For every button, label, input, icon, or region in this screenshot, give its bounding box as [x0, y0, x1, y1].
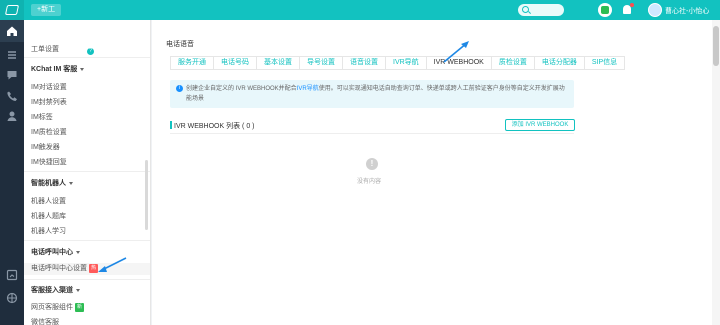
annotation-arrow-tab	[443, 41, 469, 63]
ivr-navigation-link[interactable]: IVR导航	[297, 86, 319, 92]
empty-state-text: 没有内容	[357, 179, 382, 185]
info-notice: 创建企业自定义的 IVR WEBHOOK并配合IVR导航使用。可以实现通知电话自…	[170, 80, 574, 108]
user-icon[interactable]	[5, 109, 19, 123]
list-icon[interactable]	[5, 48, 19, 62]
caret-down-icon	[69, 181, 73, 185]
annotation-arrow-sidebar	[98, 257, 127, 272]
divider	[24, 171, 150, 172]
logo-icon	[4, 5, 20, 15]
sidebar-item-im-trigger[interactable]: IM触发器	[31, 142, 60, 152]
sidebar-item-web-widget[interactable]: 网页客服组件新	[31, 302, 85, 312]
add-ivr-webhook-button[interactable]: 添加 IVR WEBHOOK	[505, 119, 575, 131]
page-scrollbar[interactable]	[712, 20, 720, 325]
sidebar-item-robot-settings[interactable]: 机器人设置	[31, 196, 66, 206]
help-icon[interactable]: ?	[87, 48, 94, 55]
sidebar-scrollbar[interactable]	[145, 160, 148, 230]
user-name[interactable]: 曹心社-小怡心	[665, 6, 709, 16]
notification-dot	[630, 3, 634, 7]
tab-number-settings[interactable]: 导号设置	[299, 56, 342, 70]
tab-voice-settings[interactable]: 语音设置	[342, 56, 385, 70]
group-label: KChat IM 客服	[31, 66, 78, 73]
sidebar-group-access[interactable]: 客服接入渠道	[31, 285, 80, 295]
sidebar-item-wechat-service[interactable]: 微信客服	[31, 317, 59, 325]
section-title: IVR WEBHOOK 列表 ( 0 )	[174, 123, 255, 130]
group-label: 电话呼叫中心	[31, 249, 73, 256]
sidebar-item-im-quick-reply[interactable]: IM快捷回复	[31, 157, 67, 167]
sidebar-group-callcenter[interactable]: 电话呼叫中心	[31, 247, 80, 257]
sidebar-item-robot-learning[interactable]: 机器人学习	[31, 226, 66, 236]
section-marker	[170, 121, 172, 129]
avatar[interactable]	[648, 3, 662, 17]
settings-icon[interactable]	[5, 291, 19, 305]
top-bar: +新工 曹心社-小怡心	[0, 0, 720, 20]
section-divider	[170, 133, 574, 134]
group-label: 智能机器人	[31, 180, 66, 187]
caret-down-icon	[80, 67, 85, 71]
sidebar-item-im-qa[interactable]: IM质检设置	[31, 127, 67, 137]
tab-service[interactable]: 服务开通	[170, 56, 213, 70]
sidebar-item-im-dialog[interactable]: IM对话设置	[31, 82, 67, 92]
logo[interactable]	[0, 0, 24, 20]
sidebar-item-robot-faq[interactable]: 机器人题库	[31, 211, 66, 221]
scrollbar-thumb[interactable]	[713, 26, 719, 66]
chat-bubble-icon[interactable]	[5, 68, 19, 82]
sidebar-item-label: 网页客服组件	[31, 304, 73, 311]
phone-icon[interactable]	[5, 89, 19, 103]
empty-state-icon	[366, 158, 378, 170]
caret-down-icon	[76, 250, 80, 254]
info-icon	[176, 85, 183, 92]
settings-sidebar: ? 工单设置 KChat IM 客服 IM对话设置 IM封禁列表 IM标签 IM…	[24, 20, 151, 325]
sidebar-item-im-ban[interactable]: IM封禁列表	[31, 97, 67, 107]
home-icon[interactable]	[5, 24, 19, 38]
caret-down-icon	[76, 288, 80, 292]
sidebar-item-callcenter-settings[interactable]: 电话呼叫中心设置热	[24, 263, 150, 275]
tab-bar: 服务开通 电话号码 基本设置 导号设置 语音设置 IVR导航 IVR WEBHO…	[170, 56, 626, 70]
tab-sip-info[interactable]: SIP信息	[583, 56, 626, 70]
tab-basic-settings[interactable]: 基本设置	[256, 56, 299, 70]
sidebar-group-kchat[interactable]: KChat IM 客服	[31, 64, 85, 74]
divider	[24, 57, 150, 58]
tab-call-distributor[interactable]: 电话分配器	[533, 56, 584, 70]
notice-text: 创建企业自定义的 IVR WEBHOOK并配合IVR导航使用。可以实现通知电话自…	[186, 84, 566, 104]
sidebar-item-label: 电话呼叫中心设置	[31, 265, 87, 272]
search-icon	[522, 6, 529, 13]
new-ticket-button[interactable]: +新工	[31, 4, 62, 16]
sidebar-item-im-tags[interactable]: IM标签	[31, 112, 53, 122]
main-panel: 电话语音 服务开通 电话号码 基本设置 导号设置 语音设置 IVR导航 IVR …	[152, 20, 712, 325]
divider	[24, 240, 150, 241]
tab-phone-numbers[interactable]: 电话号码	[213, 56, 256, 70]
group-label: 客服接入渠道	[31, 287, 73, 294]
sidebar-group-robot[interactable]: 智能机器人	[31, 178, 73, 188]
wechat-icon[interactable]	[598, 3, 612, 17]
search-input[interactable]	[518, 4, 564, 16]
new-badge: 新	[75, 302, 85, 312]
page-title: 电话语音	[166, 41, 194, 48]
report-icon[interactable]	[5, 268, 19, 282]
notice-text-part1: 创建企业自定义的 IVR WEBHOOK并配合	[186, 86, 297, 92]
tab-ivr-navigation[interactable]: IVR导航	[385, 56, 426, 70]
tab-qa-settings[interactable]: 质检设置	[490, 56, 534, 70]
divider	[24, 279, 150, 280]
sidebar-item-ticket-settings[interactable]: 工单设置	[31, 44, 59, 54]
